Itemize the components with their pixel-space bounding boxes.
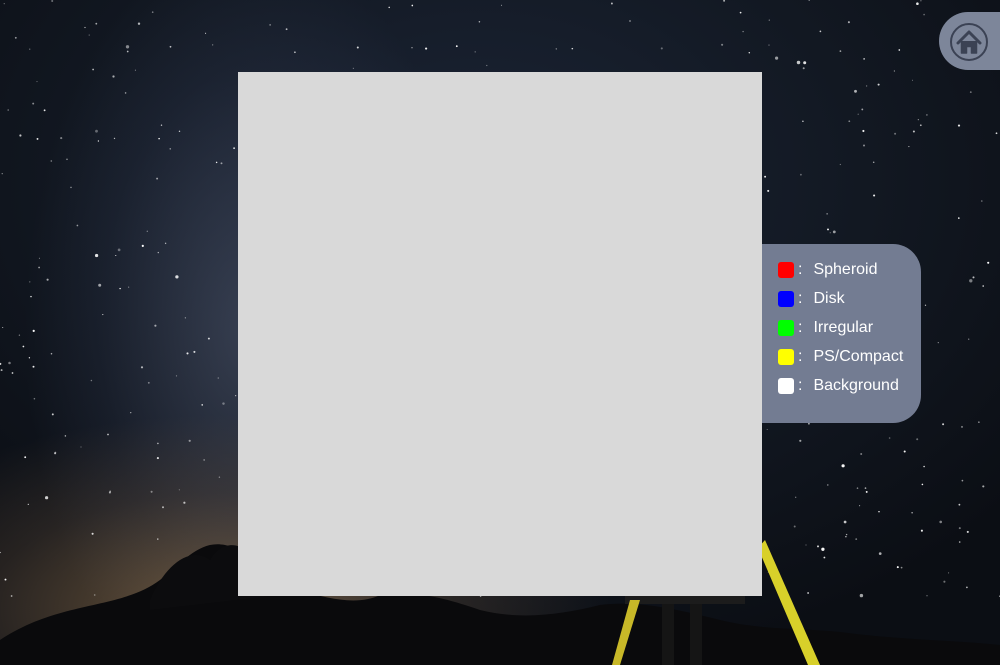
home-button[interactable] — [939, 12, 1000, 70]
legend-label: PS/Compact — [813, 348, 904, 365]
legend-label: Spheroid — [813, 261, 878, 278]
legend-swatch — [778, 262, 794, 278]
image-viewer-panel[interactable] — [238, 72, 762, 596]
legend-separator: : — [798, 261, 803, 278]
legend-item-irregular: : Irregular — [778, 319, 873, 337]
legend-separator: : — [798, 377, 803, 394]
legend-swatch — [778, 320, 794, 336]
legend-item-disk: : Disk — [778, 290, 845, 308]
legend-separator: : — [798, 348, 803, 365]
legend-separator: : — [798, 319, 803, 336]
legend-label: Irregular — [813, 319, 874, 336]
legend-item-spheroid: : Spheroid — [778, 261, 878, 279]
legend-label: Disk — [813, 290, 845, 307]
classification-legend: : Spheroid : Disk : Irregular : PS/Compa… — [762, 244, 921, 423]
legend-swatch — [778, 378, 794, 394]
legend-item-background: : Background — [778, 377, 899, 395]
home-icon — [950, 23, 988, 61]
legend-separator: : — [798, 290, 803, 307]
legend-swatch — [778, 349, 794, 365]
legend-item-ps-compact: : PS/Compact — [778, 348, 903, 366]
starfield-background: : Spheroid : Disk : Irregular : PS/Compa… — [0, 0, 1000, 665]
legend-swatch — [778, 291, 794, 307]
legend-label: Background — [813, 377, 899, 394]
